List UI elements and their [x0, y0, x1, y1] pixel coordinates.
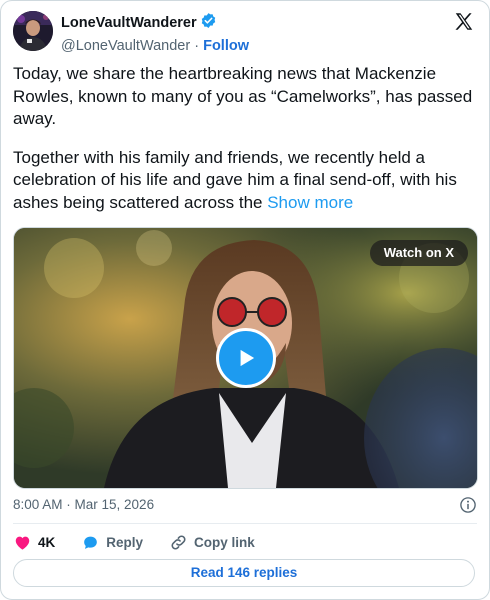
copy-link-label: Copy link: [194, 534, 255, 550]
link-icon: [171, 534, 186, 550]
verified-badge-icon: [200, 12, 217, 34]
read-replies-button[interactable]: Read 146 replies: [13, 559, 475, 587]
x-logo-icon[interactable]: [453, 11, 475, 33]
copy-link-button[interactable]: Copy link: [169, 533, 255, 552]
tweet-actions: 4K Reply Copy link: [13, 531, 281, 553]
video-thumbnail[interactable]: Watch on X: [13, 227, 478, 489]
tweet-text: Today, we share the heartbreaking news t…: [13, 63, 475, 230]
tweet-paragraph-1: Today, we share the heartbreaking news t…: [13, 64, 473, 128]
like-button[interactable]: 4K: [13, 533, 55, 552]
watch-on-x-button[interactable]: Watch on X: [369, 240, 468, 266]
avatar[interactable]: [13, 11, 53, 51]
reply-button[interactable]: Reply: [81, 533, 143, 552]
tweet-timestamp[interactable]: 8:00 AM · Mar 15, 2026: [13, 497, 154, 512]
play-button[interactable]: [216, 328, 276, 388]
reply-bubble-icon: [84, 536, 98, 549]
tweet-card[interactable]: LoneVaultWanderer @LoneVaultWander · Fol…: [0, 0, 490, 600]
tweet-header: LoneVaultWanderer @LoneVaultWander · Fol…: [13, 9, 477, 57]
follow-button[interactable]: Follow: [203, 38, 249, 54]
reply-label: Reply: [106, 534, 144, 550]
divider: [13, 523, 477, 524]
tweet-paragraph-2: Together with his family and friends, we…: [13, 147, 457, 212]
info-icon[interactable]: [459, 496, 477, 514]
heart-icon: [15, 536, 30, 550]
play-icon: [240, 349, 255, 367]
handle-separator: ·: [194, 38, 200, 54]
author-display-name[interactable]: LoneVaultWanderer: [61, 14, 197, 32]
author-handle[interactable]: @LoneVaultWander: [61, 38, 190, 54]
like-count: 4K: [38, 534, 56, 550]
tweet-meta: 8:00 AM · Mar 15, 2026: [13, 495, 477, 515]
show-more-link[interactable]: Show more: [267, 193, 353, 212]
